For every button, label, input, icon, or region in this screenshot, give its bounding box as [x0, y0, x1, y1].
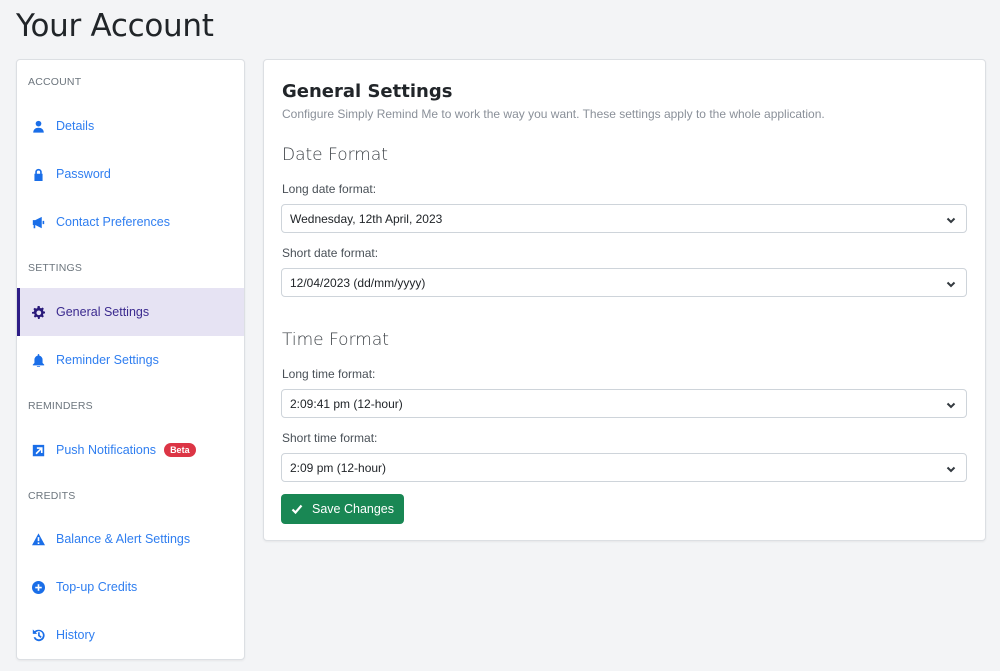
chevron-down-icon: [946, 463, 956, 473]
beta-badge: Beta: [164, 443, 196, 457]
section-label-settings: SETTINGS: [28, 262, 83, 274]
select-value: 2:09 pm (12-hour): [290, 460, 387, 475]
short-time-format-label: Short time format:: [282, 431, 378, 445]
sidebar-item-label: Top-up Credits: [56, 580, 138, 594]
user-icon: [31, 119, 45, 133]
megaphone-icon: [31, 215, 45, 229]
short-date-format-select[interactable]: 12/04/2023 (dd/mm/yyyy): [281, 268, 967, 297]
page-title: Your Account: [16, 8, 214, 44]
external-link-square-icon: [31, 443, 45, 457]
sidebar-item-details[interactable]: Details: [17, 102, 244, 150]
sidebar-item-label: Push Notifications: [56, 443, 157, 457]
sidebar-item-label: Reminder Settings: [56, 353, 159, 367]
chevron-down-icon: [946, 278, 956, 288]
sidebar-item-top-up-credits[interactable]: Top-up Credits: [17, 563, 244, 611]
warning-triangle-icon: [31, 532, 45, 546]
sidebar-item-label: History: [56, 628, 95, 642]
sidebar-item-push-notifications[interactable]: Push Notifications Beta: [17, 426, 244, 474]
chevron-down-icon: [946, 214, 956, 224]
short-date-format-label: Short date format:: [282, 246, 379, 260]
select-value: 2:09:41 pm (12-hour): [290, 396, 403, 411]
gear-icon: [31, 305, 45, 319]
date-format-heading: Date Format: [282, 145, 388, 165]
short-time-format-select[interactable]: 2:09 pm (12-hour): [281, 453, 967, 482]
history-icon: [31, 628, 45, 642]
section-label-reminders: REMINDERS: [28, 400, 93, 412]
select-value: Wednesday, 12th April, 2023: [290, 211, 443, 226]
section-label-credits: CREDITS: [28, 490, 76, 502]
long-time-format-select[interactable]: 2:09:41 pm (12-hour): [281, 389, 967, 418]
chevron-down-icon: [946, 399, 956, 409]
sidebar-item-label: General Settings: [56, 305, 150, 319]
sidebar-item-label: Password: [56, 167, 111, 181]
long-date-format-select[interactable]: Wednesday, 12th April, 2023: [281, 204, 967, 233]
panel-title: General Settings: [282, 81, 453, 102]
sidebar-item-contact-preferences[interactable]: Contact Preferences: [17, 198, 244, 246]
sidebar-item-general-settings[interactable]: General Settings: [17, 288, 244, 336]
section-label-account: ACCOUNT: [28, 76, 82, 88]
save-changes-label: Save Changes: [312, 502, 395, 516]
sidebar: ACCOUNT Details Password Contact Prefere…: [16, 59, 245, 660]
sidebar-item-balance-alert-settings[interactable]: Balance & Alert Settings: [17, 515, 244, 563]
check-icon: [291, 504, 303, 515]
sidebar-item-reminder-settings[interactable]: Reminder Settings: [17, 336, 244, 384]
time-format-heading: Time Format: [282, 330, 389, 350]
bell-icon: [31, 353, 45, 367]
plus-circle-icon: [31, 580, 45, 594]
select-value: 12/04/2023 (dd/mm/yyyy): [290, 275, 426, 290]
panel-description: Configure Simply Remind Me to work the w…: [282, 107, 825, 121]
general-settings-panel: General Settings Configure Simply Remind…: [263, 59, 986, 541]
save-changes-button[interactable]: Save Changes: [281, 494, 405, 524]
sidebar-item-label: Details: [56, 119, 95, 133]
sidebar-item-password[interactable]: Password: [17, 150, 244, 198]
sidebar-item-label: Contact Preferences: [56, 215, 170, 229]
long-time-format-label: Long time format:: [282, 367, 376, 381]
sidebar-item-label: Balance & Alert Settings: [56, 532, 191, 546]
sidebar-item-history[interactable]: History: [17, 611, 244, 659]
long-date-format-label: Long date format:: [282, 182, 377, 196]
lock-icon: [31, 167, 45, 181]
